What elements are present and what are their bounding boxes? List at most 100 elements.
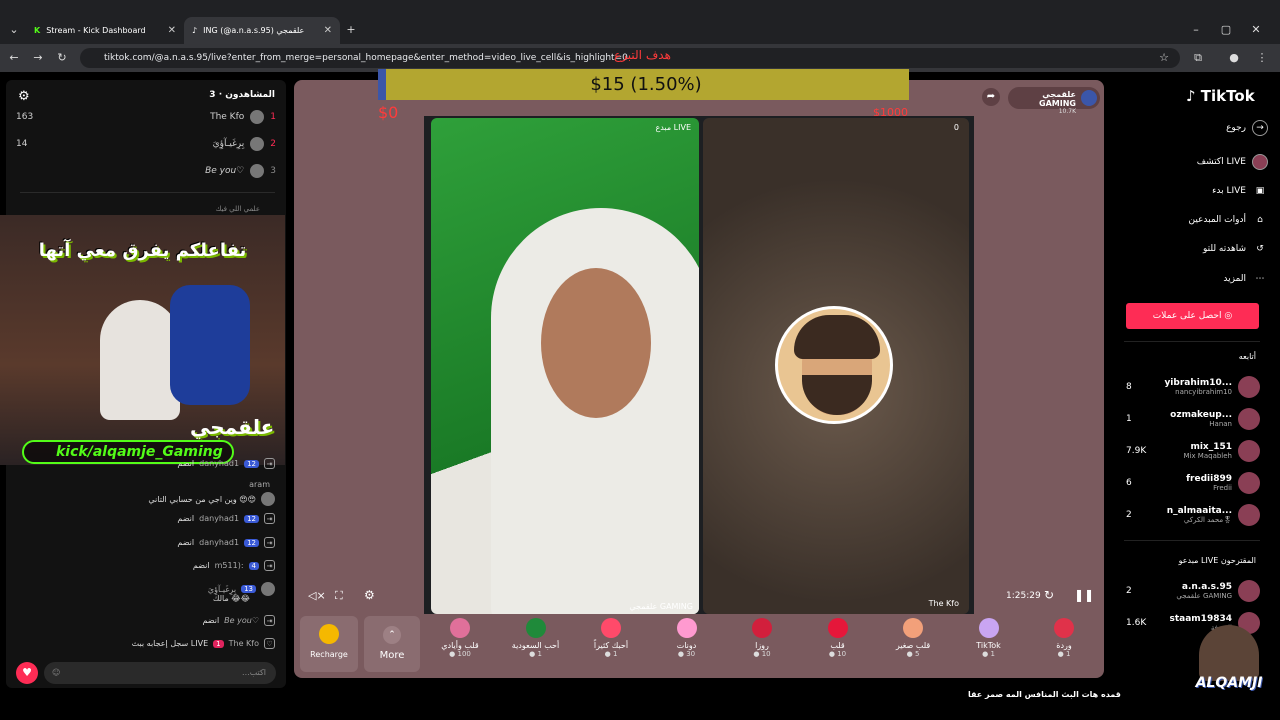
following-title: أتابعه — [1238, 352, 1256, 361]
creator-row[interactable]: 2 n_almaaita... محمد الكركي🎖 — [1126, 504, 1260, 526]
avatar — [1238, 504, 1260, 526]
coin-icon: ● — [1057, 650, 1064, 658]
coin-icon: ● — [753, 650, 760, 658]
nav-item-more[interactable]: المزيد ⋯ — [1223, 271, 1268, 287]
gift-item[interactable]: أحبك كثيراً ● 1 — [581, 618, 641, 658]
alqamji-logo-watermark: ALQAMJI — [1190, 625, 1268, 715]
viewer-row[interactable]: The Kfo 1 — [210, 110, 276, 124]
tab-kick-dashboard[interactable]: K Stream - Kick Dashboard ✕ — [26, 17, 184, 44]
coin-icon: ● — [982, 650, 989, 658]
close-icon[interactable]: ✕ — [324, 25, 332, 36]
chat-message[interactable]: انضم danyhad1 12 ⇥ — [177, 458, 275, 469]
coin-icon: ● — [828, 650, 835, 658]
gift-item[interactable]: TikTok ● 1 — [959, 618, 1019, 658]
chat-section-header: علمي اللي فيك — [215, 205, 260, 213]
creator-row[interactable]: 2 a.n.a.s.95 علقمجي GAMING — [1126, 580, 1260, 602]
pause-icon[interactable]: ❚❚ — [1074, 588, 1094, 602]
gift-item[interactable]: روزا ● 10 — [732, 618, 792, 658]
nav-item-recently-watched[interactable]: شاهدته للتو ↺ — [1203, 241, 1268, 257]
home-icon: ⌂ — [1257, 215, 1263, 225]
chat-input[interactable]: ☺ ...اكتب — [44, 662, 276, 684]
guest-name: The Kfo — [928, 599, 959, 608]
creator-row[interactable]: 7.9K mix_151 Mix Maqableh — [1126, 440, 1260, 462]
forward-icon[interactable]: → — [30, 50, 46, 66]
host-face — [541, 268, 651, 418]
minimize-icon[interactable]: – — [1188, 22, 1204, 38]
gift-item[interactable]: قلب وأيادي ● 100 — [430, 618, 490, 658]
arrow-right-icon: → — [1252, 120, 1268, 136]
gift-item[interactable]: دونات ● 30 — [657, 618, 717, 658]
avatar — [1238, 408, 1260, 430]
chat-message[interactable]: انضم m511): 4 ⇥ — [193, 560, 275, 571]
bottom-caption: قمده هات البث المنافس المه صمر عقا — [968, 690, 1121, 699]
more-gifts-button[interactable]: ⌃ More — [364, 616, 420, 672]
back-icon[interactable]: ← — [6, 50, 22, 66]
join-icon: ⇥ — [264, 458, 275, 469]
coin-icon: ● — [604, 650, 611, 658]
tab-tiktok-live[interactable]: ♪ ING (@a.n.a.s.95) علقمجي ✕ — [184, 17, 340, 44]
avatar — [1238, 376, 1260, 398]
creator-row[interactable]: 6 fredii899 Fredii — [1126, 472, 1260, 494]
back-link[interactable]: رجوع → — [1226, 120, 1268, 136]
stream-timer: 1:25:29 — [1006, 591, 1041, 601]
divider — [1124, 540, 1260, 541]
host-chip[interactable]: علقمجي GAMING 10.7K — [1008, 87, 1100, 115]
settings-gear-icon[interactable]: ⚙ — [364, 588, 375, 602]
chat-message[interactable]: سجل إعجابه ببث LIVE 1 The Kfo ♡ — [132, 638, 275, 649]
kick-favicon-icon: K — [34, 26, 41, 35]
maximize-icon[interactable]: ▢ — [1218, 22, 1234, 38]
more-icon: ⋯ — [1255, 274, 1265, 284]
get-coins-button[interactable]: احصل على عملات ◎ — [1126, 303, 1259, 329]
gift-icon — [676, 618, 697, 638]
avatar — [1238, 472, 1260, 494]
chevron-up-icon: ⌃ — [383, 626, 401, 644]
camera-icon: ▣ — [1255, 186, 1265, 196]
new-tab-icon[interactable]: + — [343, 22, 359, 38]
emoji-icon[interactable]: ☺ — [52, 668, 60, 677]
gift-item[interactable]: قلب صغير ● 5 — [883, 618, 943, 658]
chat-username: aram — [249, 480, 270, 489]
mute-icon[interactable]: ◁× — [308, 589, 326, 602]
refresh-icon[interactable]: ↻ — [1044, 588, 1054, 602]
gift-item[interactable]: أحب السعودية ● 1 — [506, 618, 566, 658]
join-icon: ⇥ — [264, 513, 275, 524]
divider — [1124, 341, 1260, 342]
menu-kebab-icon[interactable]: ⋮ — [1254, 50, 1270, 66]
chat-message[interactable]: انضم danyhad1 12 ⇥ — [177, 537, 275, 548]
chat-message[interactable]: وين اجي من حسابي التاني 😍😍 — [148, 492, 275, 506]
coin-icon: ● — [529, 650, 536, 658]
extensions-icon[interactable]: ⧉ — [1190, 50, 1206, 66]
bookmark-star-icon[interactable]: ☆ — [1156, 50, 1172, 66]
gift-item[interactable]: وردة ● 1 — [1034, 618, 1094, 658]
creator-row[interactable]: 1 ozmakeup... Hanan — [1126, 408, 1260, 430]
profile-avatar[interactable]: ● — [1226, 50, 1242, 66]
nav-item-discover-live[interactable]: اكتشف LIVE — [1197, 154, 1268, 170]
fullscreen-icon[interactable]: ⛶ — [335, 589, 343, 603]
close-window-icon[interactable]: ✕ — [1248, 22, 1264, 38]
tiktok-logo[interactable]: ♪ TikTok — [1186, 87, 1255, 105]
viewer-row[interactable]: Be you♡ 3 — [205, 164, 276, 178]
guest-avatar — [775, 306, 893, 424]
reload-icon[interactable]: ↻ — [54, 50, 70, 66]
tab-search-icon[interactable]: ⌄ — [6, 22, 22, 38]
nav-item-start-live[interactable]: بدء LIVE ▣ — [1212, 183, 1268, 199]
host-video: مبدع LIVE علقمجي GAMING — [431, 118, 699, 614]
overlay-streamer-name: علقمجي — [190, 415, 275, 439]
creator-row[interactable]: 8 yibrahim10... nancyibrahim10 — [1126, 376, 1260, 398]
share-icon[interactable]: ➦ — [982, 88, 1000, 106]
avatar — [1238, 440, 1260, 462]
avatar — [261, 582, 275, 596]
join-icon: ⇥ — [264, 537, 275, 548]
close-icon[interactable]: ✕ — [168, 25, 176, 36]
viewer-row[interactable]: بِرِغَيـآؤِيَ 2 — [213, 137, 276, 151]
chat-message[interactable]: انضم danyhad1 12 ⇥ — [177, 513, 275, 524]
settings-gear-icon[interactable]: ⚙ — [18, 89, 30, 104]
chat-message[interactable]: انضم Be you♡ ⇥ — [202, 615, 275, 626]
like-heart-button[interactable]: ♥ — [16, 662, 38, 684]
recharge-button[interactable]: Recharge — [300, 616, 358, 672]
donation-goal-min: $0 — [378, 103, 399, 122]
nav-item-creator-tools[interactable]: أدوات المبدعين ⌂ — [1188, 212, 1268, 228]
history-icon: ↺ — [1256, 244, 1264, 254]
gift-item[interactable]: قلب ● 10 — [808, 618, 868, 658]
viewers-title: المشاهدون · 3 — [209, 90, 275, 100]
